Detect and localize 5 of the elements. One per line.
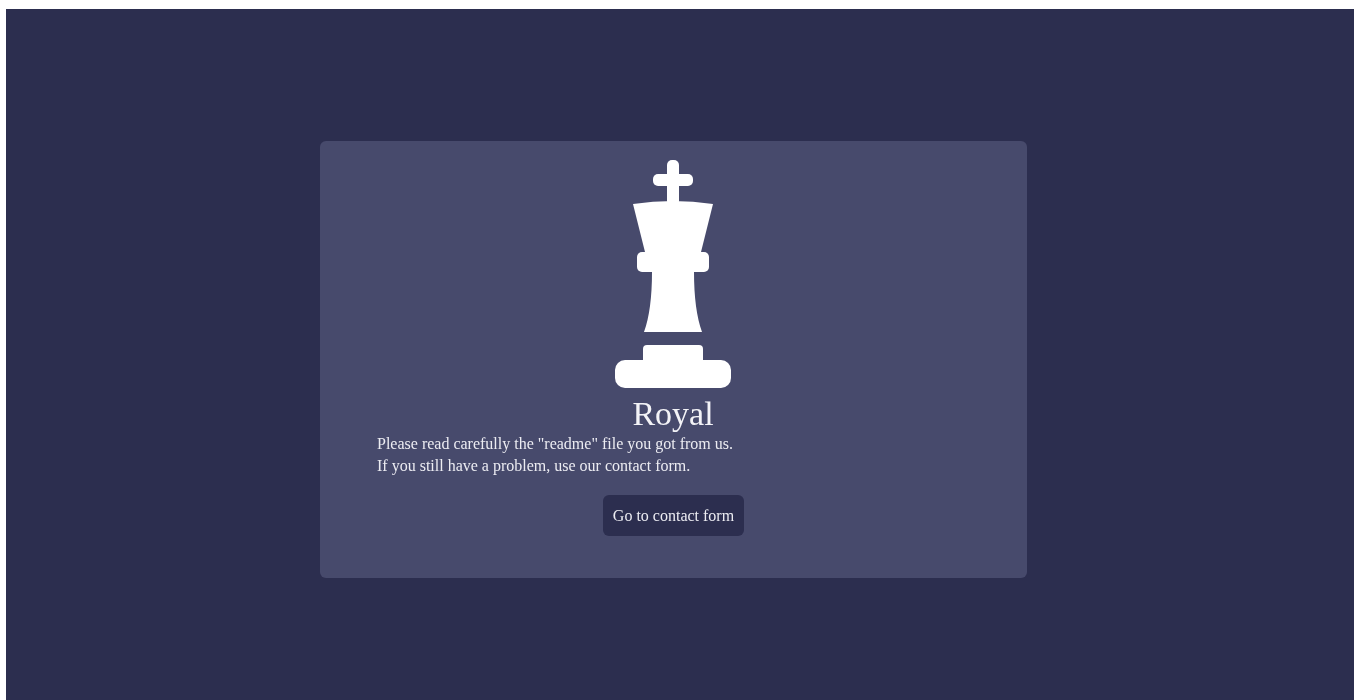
message-text: If you still have a problem, use our contact form.	[377, 456, 692, 477]
chess-king-icon	[615, 160, 731, 388]
card-title: Royal	[631, 396, 715, 432]
message-text: Please read carefully the "readme" file you got from us.	[377, 434, 735, 455]
contact-form-button[interactable]: Go to contact form	[602, 495, 745, 536]
